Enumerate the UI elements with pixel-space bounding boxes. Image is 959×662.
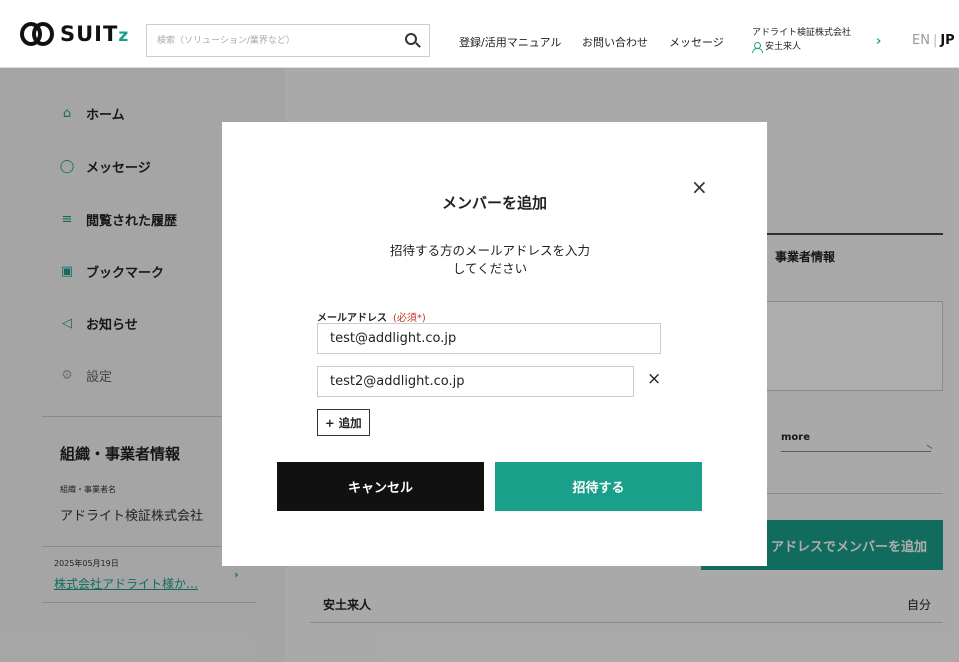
search-icon[interactable] — [405, 33, 417, 45]
cancel-button[interactable]: キャンセル — [277, 462, 484, 511]
nav-messages-link[interactable]: メッセージ — [669, 34, 724, 50]
account-menu[interactable]: アドライト検証株式会社 安土来人 — [752, 26, 851, 54]
suitz-logo[interactable]: SUITz — [20, 20, 129, 48]
search-box — [146, 24, 430, 57]
logo-mark-icon — [20, 20, 54, 48]
user-row: 安土来人 — [752, 40, 851, 54]
remove-email-icon[interactable]: × — [647, 369, 661, 389]
email-field-2[interactable] — [317, 366, 634, 397]
email-field-label: メールアドレス (必須*) — [317, 309, 426, 324]
lang-separator: | — [932, 33, 938, 48]
top-header: SUITz 登録/活用マニュアル お問い合わせ メッセージ アドライト検証株式会… — [0, 0, 959, 68]
add-email-row-button[interactable]: + 追加 — [317, 409, 370, 436]
nav-manual-link[interactable]: 登録/活用マニュアル — [459, 34, 561, 50]
user-icon — [752, 42, 763, 53]
invite-button[interactable]: 招待する — [495, 462, 702, 511]
language-switcher: EN | JP — [912, 33, 955, 48]
company-name: アドライト検証株式会社 — [752, 28, 852, 38]
chevron-right-icon[interactable]: › — [876, 34, 881, 49]
modal-title: メンバーを追加 — [441, 194, 547, 212]
logo-text: SUITz — [60, 22, 130, 46]
lang-jp-link[interactable]: JP — [940, 33, 954, 48]
modal-description: 招待する方のメールアドレスを入力してください — [389, 243, 590, 276]
search-input[interactable] — [147, 25, 387, 56]
nav-contact-link[interactable]: お問い合わせ — [582, 34, 648, 50]
lang-en-link[interactable]: EN — [912, 33, 930, 48]
add-member-modal: × メンバーを追加 招待する方のメールアドレスを入力してください メールアドレス… — [222, 122, 767, 566]
email-field-1[interactable] — [317, 323, 661, 354]
user-name: 安土来人 — [765, 42, 802, 52]
